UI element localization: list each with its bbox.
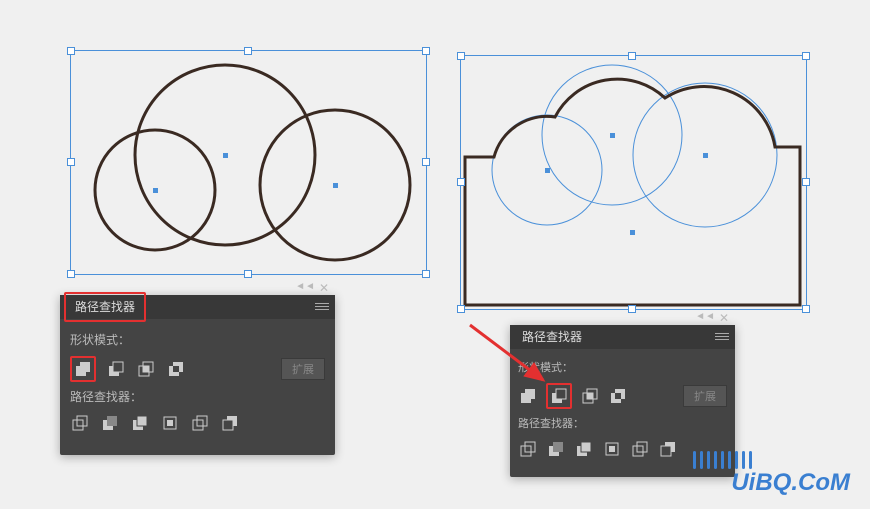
watermark-text: UiBQ.CoM — [731, 469, 850, 497]
divide-icon[interactable] — [518, 439, 538, 459]
center-anchor — [333, 183, 338, 188]
selection-handle[interactable] — [67, 47, 75, 55]
highlight-minus-front — [546, 383, 572, 409]
close-icon[interactable]: ✕ — [719, 311, 729, 325]
intersect-icon[interactable] — [580, 386, 600, 406]
pathfinder-row-label: 路径查找器： — [70, 388, 325, 405]
panel-collapse-icon[interactable]: ◄◄ — [295, 281, 315, 292]
selection-handle[interactable] — [67, 158, 75, 166]
selection-handle[interactable] — [628, 305, 636, 313]
exclude-icon[interactable] — [166, 359, 186, 379]
highlight-tab: 路径查找器 — [64, 292, 146, 322]
left-canvas — [70, 50, 430, 280]
shape-mode-label: 形状模式： — [518, 359, 727, 375]
trim-icon[interactable] — [546, 439, 566, 459]
intersect-icon[interactable] — [136, 359, 156, 379]
selection-handle[interactable] — [457, 305, 465, 313]
outline-icon[interactable] — [190, 413, 210, 433]
pathfinder-tab[interactable]: 路径查找器 — [67, 300, 143, 314]
trim-icon[interactable] — [100, 413, 120, 433]
panel-collapse-icon[interactable]: ◄◄ — [695, 311, 715, 322]
shape-mode-label: 形状模式： — [70, 331, 325, 348]
center-anchor — [630, 230, 635, 235]
minus-front-icon[interactable] — [106, 359, 126, 379]
selection-handle[interactable] — [802, 178, 810, 186]
selection-handle[interactable] — [457, 178, 465, 186]
merge-icon[interactable] — [574, 439, 594, 459]
crop-icon[interactable] — [602, 439, 622, 459]
pathfinder-panel-left[interactable]: ◄◄ ✕ 路径查找器 形状模式： 扩展 路径查找器： — [60, 295, 335, 455]
selection-handle[interactable] — [244, 47, 252, 55]
selection-box[interactable] — [70, 50, 427, 275]
selection-handle[interactable] — [67, 270, 75, 278]
pathfinder-row-label: 路径查找器： — [518, 415, 727, 431]
crop-icon[interactable] — [160, 413, 180, 433]
center-anchor — [545, 168, 550, 173]
right-canvas — [460, 55, 820, 315]
highlight-unite — [70, 356, 96, 382]
selection-handle[interactable] — [802, 52, 810, 60]
selection-handle[interactable] — [422, 47, 430, 55]
center-anchor — [610, 133, 615, 138]
selection-handle[interactable] — [628, 52, 636, 60]
close-icon[interactable]: ✕ — [319, 281, 329, 295]
center-anchor — [703, 153, 708, 158]
minus-back-icon[interactable] — [220, 413, 240, 433]
selection-handle[interactable] — [457, 52, 465, 60]
center-anchor — [223, 153, 228, 158]
merge-icon[interactable] — [130, 413, 150, 433]
panel-menu-icon[interactable] — [715, 329, 729, 343]
expand-button[interactable]: 扩展 — [683, 385, 727, 407]
unite-icon[interactable] — [518, 386, 538, 406]
expand-button[interactable]: 扩展 — [281, 358, 325, 380]
selection-handle[interactable] — [422, 158, 430, 166]
watermark-decoration — [693, 451, 752, 469]
pathfinder-tab[interactable]: 路径查找器 — [514, 325, 590, 349]
center-anchor — [153, 188, 158, 193]
minus-front-icon[interactable] — [549, 386, 569, 406]
outline-icon[interactable] — [630, 439, 650, 459]
selection-handle[interactable] — [802, 305, 810, 313]
selection-handle[interactable] — [422, 270, 430, 278]
unite-icon[interactable] — [73, 359, 93, 379]
selection-handle[interactable] — [244, 270, 252, 278]
divide-icon[interactable] — [70, 413, 90, 433]
selection-box[interactable] — [460, 55, 807, 310]
minus-back-icon[interactable] — [658, 439, 678, 459]
panel-menu-icon[interactable] — [315, 299, 329, 313]
exclude-icon[interactable] — [608, 386, 628, 406]
